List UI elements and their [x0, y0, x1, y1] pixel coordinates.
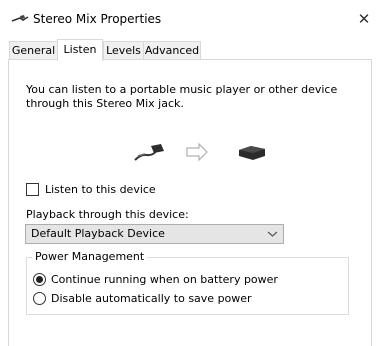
audio-cable-icon — [11, 15, 29, 22]
power-option-continue[interactable]: Continue running when on battery power — [33, 272, 278, 286]
close-button[interactable]: ✕ — [351, 6, 377, 32]
window-title: Stereo Mix Properties — [33, 12, 162, 26]
playback-label: Playback through this device: — [26, 208, 189, 221]
disable-radio[interactable] — [33, 291, 46, 305]
title-bar: Stereo Mix Properties ✕ — [0, 0, 381, 38]
audio-cable-icon — [134, 144, 164, 161]
tab-label: Advanced — [144, 44, 200, 57]
listen-description: You can listen to a portable music playe… — [26, 83, 338, 110]
continue-radio[interactable] — [33, 272, 46, 286]
tab-general[interactable]: General — [9, 41, 58, 60]
chevron-down-icon — [267, 231, 278, 237]
tab-advanced[interactable]: Advanced — [143, 41, 201, 60]
speaker-device-icon — [239, 146, 265, 160]
playback-selected-value: Default Playback Device — [31, 227, 165, 240]
device-routing — [134, 142, 265, 162]
continue-radio-label: Continue running when on battery power — [51, 272, 278, 286]
power-option-disable[interactable]: Disable automatically to save power — [33, 291, 252, 305]
tab-label: General — [11, 44, 56, 57]
listen-checkbox[interactable] — [26, 182, 39, 196]
disable-radio-label: Disable automatically to save power — [51, 291, 252, 305]
arrow-right-icon — [186, 142, 208, 162]
tab-listen[interactable]: Listen — [57, 39, 103, 61]
power-management-group — [26, 257, 349, 315]
playback-device-select[interactable]: Default Playback Device — [25, 224, 284, 244]
tab-label: Listen — [63, 43, 97, 56]
tab-levels[interactable]: Levels — [103, 41, 144, 60]
tab-label: Levels — [106, 44, 141, 57]
power-management-title: Power Management — [32, 250, 148, 263]
listen-checkbox-label: Listen to this device — [45, 182, 156, 196]
listen-to-device-option[interactable]: Listen to this device — [26, 182, 156, 196]
close-icon: ✕ — [357, 10, 371, 28]
